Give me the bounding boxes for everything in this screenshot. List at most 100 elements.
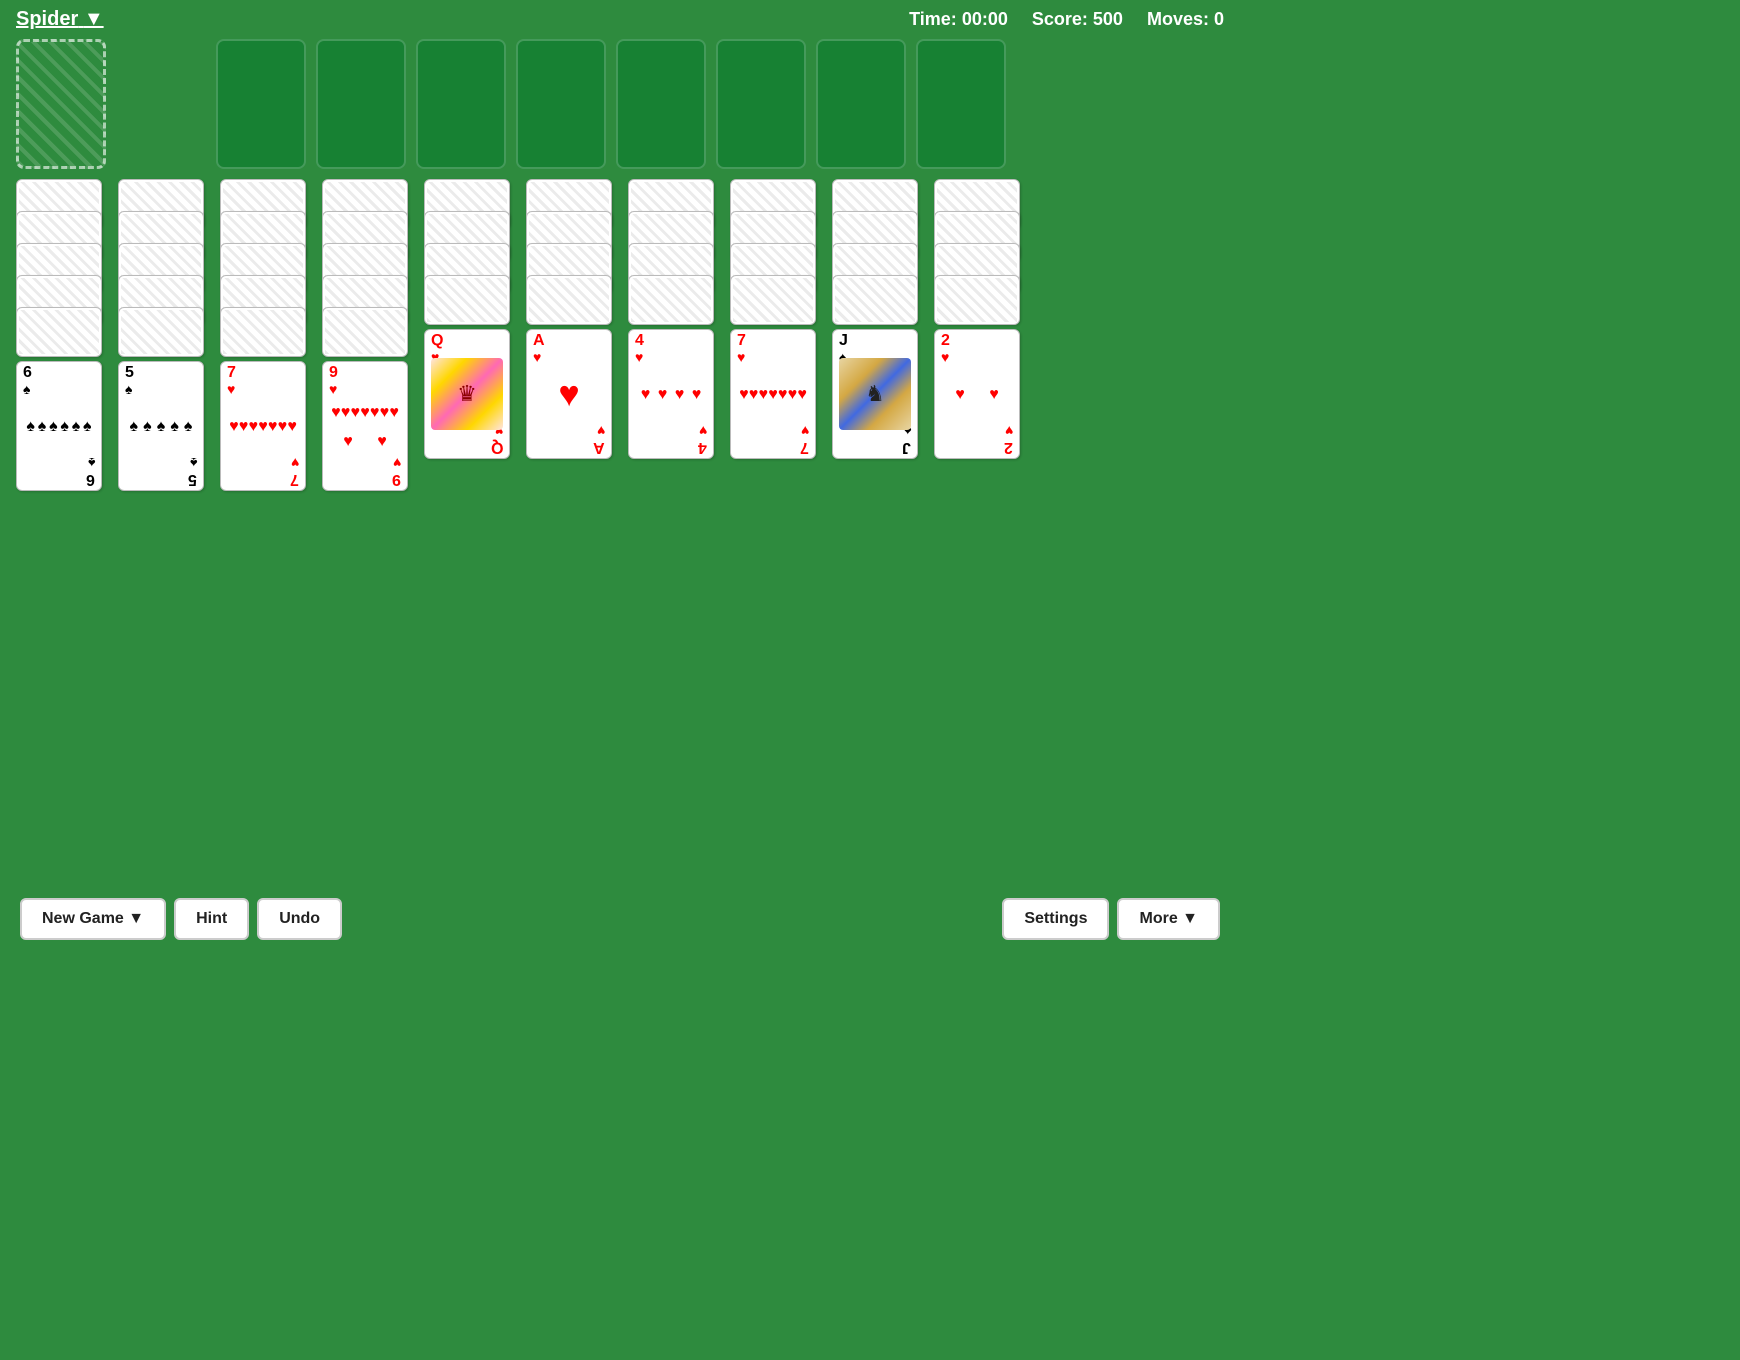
card-back-col1-4 bbox=[16, 307, 102, 357]
foundation-1[interactable] bbox=[216, 39, 306, 169]
pips-col2: ♠♠♠♠♠ bbox=[119, 394, 203, 460]
pip-4: ♥ bbox=[268, 418, 278, 436]
face-card-col3[interactable]: 7♥7♥♥♥♥♥♥♥♥ bbox=[220, 361, 306, 491]
pip-0: ♥ bbox=[229, 418, 239, 436]
game-area: 6♠6♠♠♠♠♠♠♠5♠5♠♠♠♠♠♠7♥7♥♥♥♥♥♥♥♥9♥9♥♥♥♥♥♥♥… bbox=[0, 39, 1240, 491]
card-back-col7-3 bbox=[628, 275, 714, 325]
pips-col1: ♠♠♠♠♠♠ bbox=[17, 394, 101, 460]
column-7[interactable]: 4♥4♥♥♥♥♥ bbox=[628, 179, 720, 491]
pip-5: ♥ bbox=[380, 404, 390, 422]
column-5[interactable]: Q♥Q♥♛ bbox=[424, 179, 516, 491]
score-stat: Score: 500 bbox=[1032, 9, 1123, 30]
pip-5: ♠ bbox=[83, 418, 92, 436]
hint-button[interactable]: Hint bbox=[174, 898, 249, 940]
undo-button[interactable]: Undo bbox=[257, 898, 342, 940]
pip-6: ♥ bbox=[797, 386, 807, 404]
foundation-5[interactable] bbox=[616, 39, 706, 169]
foundation-8[interactable] bbox=[916, 39, 1006, 169]
top-row bbox=[16, 39, 1224, 169]
face-card-col2[interactable]: 5♠5♠♠♠♠♠♠ bbox=[118, 361, 204, 491]
foundation-3[interactable] bbox=[416, 39, 506, 169]
card-back-col10-3 bbox=[934, 275, 1020, 325]
card-back-col6-3 bbox=[526, 275, 612, 325]
column-3[interactable]: 7♥7♥♥♥♥♥♥♥♥ bbox=[220, 179, 312, 491]
card-back-col3-4 bbox=[220, 307, 306, 357]
pip-2: ♠ bbox=[49, 418, 58, 436]
pip-2: ♥ bbox=[675, 386, 685, 404]
column-2[interactable]: 5♠5♠♠♠♠♠♠ bbox=[118, 179, 210, 491]
moves-stat: Moves: 0 bbox=[1147, 9, 1224, 30]
pip-4: ♠ bbox=[72, 418, 81, 436]
column-6[interactable]: A♥A♥♥ bbox=[526, 179, 618, 491]
stats: Time: 00:00 Score: 500 Moves: 0 bbox=[909, 9, 1224, 30]
pips-col3: ♥♥♥♥♥♥♥ bbox=[221, 394, 305, 460]
face-card-col8[interactable]: 7♥7♥♥♥♥♥♥♥♥ bbox=[730, 329, 816, 459]
pip-3: ♥ bbox=[692, 386, 702, 404]
game-title[interactable]: Spider ▼ bbox=[16, 8, 104, 31]
column-9[interactable]: J♠J♠♞ bbox=[832, 179, 924, 491]
column-1[interactable]: 6♠6♠♠♠♠♠♠♠ bbox=[16, 179, 108, 491]
card-back-col4-4 bbox=[322, 307, 408, 357]
settings-button[interactable]: Settings bbox=[1002, 898, 1109, 940]
pip-1: ♥ bbox=[239, 418, 249, 436]
pip-1: ♥ bbox=[341, 404, 351, 422]
toolbar: New Game ▼ Hint Undo Settings More ▼ bbox=[0, 898, 1240, 940]
column-4[interactable]: 9♥9♥♥♥♥♥♥♥♥♥♥ bbox=[322, 179, 414, 491]
card-back-col9-3 bbox=[832, 275, 918, 325]
pip-4: ♠ bbox=[184, 418, 193, 436]
more-button[interactable]: More ▼ bbox=[1117, 898, 1220, 940]
pip-2: ♥ bbox=[249, 418, 259, 436]
toolbar-left: New Game ▼ Hint Undo bbox=[20, 898, 342, 940]
pips-col4: ♥♥♥♥♥♥♥♥♥ bbox=[323, 394, 407, 460]
pip-0: ♠ bbox=[26, 418, 35, 436]
face-card-col9[interactable]: J♠J♠♞ bbox=[832, 329, 918, 459]
pip-6: ♥ bbox=[389, 404, 399, 422]
column-10[interactable]: 2♥2♥♥♥ bbox=[934, 179, 1026, 491]
face-img-col9: ♞ bbox=[839, 358, 911, 430]
pip-0: ♥ bbox=[739, 386, 749, 404]
card-back-col8-3 bbox=[730, 275, 816, 325]
face-card-col7[interactable]: 4♥4♥♥♥♥♥ bbox=[628, 329, 714, 459]
face-card-col10[interactable]: 2♥2♥♥♥ bbox=[934, 329, 1020, 459]
pip-0: ♥ bbox=[641, 386, 651, 404]
new-game-button[interactable]: New Game ▼ bbox=[20, 898, 166, 940]
foundation-7[interactable] bbox=[816, 39, 906, 169]
foundation-2[interactable] bbox=[316, 39, 406, 169]
face-img-col5: ♛ bbox=[431, 358, 503, 430]
title-text: Spider bbox=[16, 8, 78, 30]
pip-3: ♠ bbox=[60, 418, 69, 436]
pip-8: ♥ bbox=[377, 433, 387, 451]
face-card-col6[interactable]: A♥A♥♥ bbox=[526, 329, 612, 459]
pip-1: ♥ bbox=[749, 386, 759, 404]
pip-3: ♥ bbox=[258, 418, 268, 436]
face-card-col4[interactable]: 9♥9♥♥♥♥♥♥♥♥♥♥ bbox=[322, 361, 408, 491]
pip-1: ♥ bbox=[658, 386, 668, 404]
pip-3: ♠ bbox=[170, 418, 179, 436]
stock-pile[interactable] bbox=[16, 39, 106, 169]
tableau: 6♠6♠♠♠♠♠♠♠5♠5♠♠♠♠♠♠7♥7♥♥♥♥♥♥♥♥9♥9♥♥♥♥♥♥♥… bbox=[16, 179, 1224, 491]
pip-0: ♠ bbox=[130, 418, 139, 436]
card-back-col5-3 bbox=[424, 275, 510, 325]
pip-3: ♥ bbox=[768, 386, 778, 404]
header: Spider ▼ Time: 00:00 Score: 500 Moves: 0 bbox=[0, 0, 1240, 39]
pips-col7: ♥ ♥ ♥ ♥ bbox=[629, 362, 713, 428]
pip-5: ♥ bbox=[788, 386, 798, 404]
pips-col10: ♥♥ bbox=[935, 362, 1019, 428]
pip-0: ♥ bbox=[331, 404, 341, 422]
foundation-4[interactable] bbox=[516, 39, 606, 169]
pips-col8: ♥♥♥♥♥♥♥ bbox=[731, 362, 815, 428]
pip-7: ♥ bbox=[343, 433, 353, 451]
pip-4: ♥ bbox=[370, 404, 380, 422]
column-8[interactable]: 7♥7♥♥♥♥♥♥♥♥ bbox=[730, 179, 822, 491]
toolbar-right: Settings More ▼ bbox=[1002, 898, 1220, 940]
face-card-col5[interactable]: Q♥Q♥♛ bbox=[424, 329, 510, 459]
pip-3: ♥ bbox=[360, 404, 370, 422]
time-stat: Time: 00:00 bbox=[909, 9, 1008, 30]
pip-2: ♥ bbox=[351, 404, 361, 422]
pip-1: ♠ bbox=[143, 418, 152, 436]
face-card-col1[interactable]: 6♠6♠♠♠♠♠♠♠ bbox=[16, 361, 102, 491]
pip-2: ♥ bbox=[759, 386, 769, 404]
title-arrow: ▼ bbox=[84, 8, 104, 30]
foundation-6[interactable] bbox=[716, 39, 806, 169]
pip-6: ♥ bbox=[287, 418, 297, 436]
